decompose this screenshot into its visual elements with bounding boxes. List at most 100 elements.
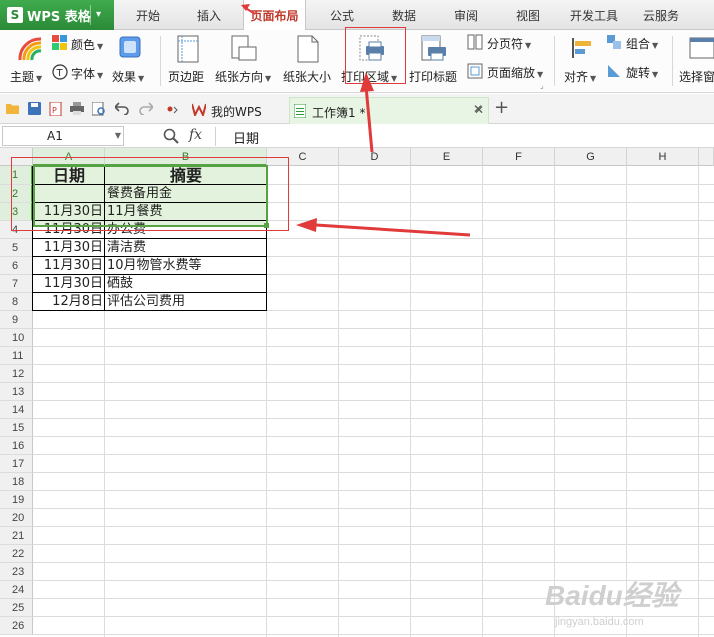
group-button[interactable]: 组合 ▼ [606, 34, 668, 54]
chevron-down-icon[interactable]: ▾ [96, 9, 101, 20]
cell-summary[interactable]: 清洁费 [105, 239, 267, 257]
fonts-button[interactable]: T 字体 ▼ [52, 64, 108, 84]
row-gridline [33, 364, 714, 365]
column-header-e[interactable]: E [411, 148, 483, 166]
row-header-20[interactable]: 20 [0, 509, 33, 527]
row-header-25[interactable]: 25 [0, 599, 33, 617]
color-palette-icon [52, 35, 67, 50]
column-header-overflow[interactable] [699, 148, 714, 166]
column-header-f[interactable]: F [483, 148, 555, 166]
formula-input[interactable]: 日期 [233, 128, 259, 147]
cell-summary[interactable]: 硒鼓 [105, 275, 267, 293]
wps-app-menu-button[interactable]: S WPS 表格 ▾ [0, 0, 114, 30]
cell-date[interactable]: 12月8日 [33, 293, 105, 311]
tab-developer[interactable]: 开发工具 [565, 0, 623, 30]
print-titles-icon [421, 35, 446, 61]
group-label: 组合 [626, 37, 651, 51]
chevron-down-icon: ▼ [652, 41, 659, 50]
tab-data[interactable]: 数据 [380, 0, 428, 30]
row-gridline [33, 382, 714, 383]
chevron-down-icon: ▼ [97, 71, 104, 80]
doc-tab-home[interactable]: 我的WPS [190, 97, 283, 124]
doc-tab-workbook[interactable]: 工作簿1 * ✕ [289, 97, 489, 124]
formula-divider [215, 127, 216, 146]
tab-view[interactable]: 视图 [504, 0, 552, 30]
row-header-8[interactable]: 8 [0, 293, 33, 311]
row-header-22[interactable]: 22 [0, 545, 33, 563]
tab-review[interactable]: 审阅 [442, 0, 490, 30]
tab-home[interactable]: 开始 [124, 0, 172, 30]
row-header-5[interactable]: 5 [0, 239, 33, 257]
colors-button[interactable]: 颜色 ▼ [52, 35, 108, 55]
cell-date[interactable]: 11月30日 [33, 275, 105, 293]
row-gridline [33, 526, 714, 527]
cell-summary[interactable]: 10月物管水费等 [105, 257, 267, 275]
svg-text:P: P [52, 106, 57, 115]
paper-size-label: 纸张大小 [283, 70, 332, 84]
page-break-button[interactable]: 分页符 ▼ [467, 34, 539, 54]
row-header-21[interactable]: 21 [0, 527, 33, 545]
name-box[interactable]: A1 ▼ [2, 126, 124, 146]
tab-formulas[interactable]: 公式 [318, 0, 366, 30]
row-gridline [33, 418, 714, 419]
row-header-7[interactable]: 7 [0, 275, 33, 293]
export-pdf-icon[interactable]: P [49, 102, 63, 116]
chevron-down-icon[interactable]: ▼ [115, 127, 121, 145]
undo-icon[interactable] [115, 102, 129, 115]
row-header-15[interactable]: 15 [0, 419, 33, 437]
name-box-value: A1 [47, 129, 63, 143]
new-tab-icon[interactable]: + [494, 97, 509, 118]
row-header-19[interactable]: 19 [0, 491, 33, 509]
cell-date[interactable]: 11月30日 [33, 239, 105, 257]
print-titles-button[interactable]: 打印标题 [407, 34, 461, 90]
print-titles-label: 打印标题 [409, 70, 458, 84]
watermark-brand: Baidu经验 [545, 580, 679, 611]
dialog-launcher-icon[interactable]: ⌟ [540, 81, 548, 90]
row-gridline [33, 490, 714, 491]
close-icon[interactable]: ✕ [473, 102, 483, 116]
redo-icon[interactable] [139, 102, 153, 115]
spreadsheet-file-icon [294, 104, 306, 118]
selection-pane-button[interactable]: 选择窗 [677, 34, 714, 90]
save-icon[interactable] [28, 102, 41, 115]
row-header-12[interactable]: 12 [0, 365, 33, 383]
orientation-button[interactable]: 纸张方向 ▼ [213, 34, 277, 90]
column-gridline [338, 166, 339, 637]
cell-date[interactable]: 11月30日 [33, 257, 105, 275]
effects-button[interactable]: 效果 ▼ [112, 34, 154, 90]
customize-toolbar-icon[interactable] [167, 103, 179, 115]
row-header-23[interactable]: 23 [0, 563, 33, 581]
row-header-24[interactable]: 24 [0, 581, 33, 599]
column-header-h[interactable]: H [627, 148, 699, 166]
row-header-26[interactable]: 26 [0, 617, 33, 635]
row-header-18[interactable]: 18 [0, 473, 33, 491]
paper-size-button[interactable]: 纸张大小 [281, 34, 335, 90]
row-header-9[interactable]: 9 [0, 311, 33, 329]
row-header-6[interactable]: 6 [0, 257, 33, 275]
tab-cloud[interactable]: 云服务 [636, 0, 686, 30]
row-header-11[interactable]: 11 [0, 347, 33, 365]
tab-page-layout[interactable]: 页面布局 [243, 0, 306, 31]
align-button[interactable]: 对齐 ▼ [562, 34, 604, 90]
theme-button[interactable]: 主题 ▼ [9, 34, 53, 90]
cell-summary[interactable]: 评估公司费用 [105, 293, 267, 311]
table-border-line [33, 274, 267, 275]
open-folder-icon[interactable] [6, 102, 20, 115]
page-scale-label: 页面缩放 [487, 66, 536, 80]
column-header-d[interactable]: D [339, 148, 411, 166]
margins-label: 页边距 [168, 70, 205, 84]
row-header-10[interactable]: 10 [0, 329, 33, 347]
row-header-14[interactable]: 14 [0, 401, 33, 419]
row-header-17[interactable]: 17 [0, 455, 33, 473]
page-scale-button[interactable]: 页面缩放 ▼ [467, 63, 549, 83]
print-icon[interactable] [70, 102, 84, 115]
rotate-button[interactable]: 旋转 ▼ [606, 63, 668, 83]
row-header-16[interactable]: 16 [0, 437, 33, 455]
margins-button[interactable]: 页边距 [166, 34, 210, 90]
column-header-g[interactable]: G [555, 148, 627, 166]
zoom-icon[interactable] [163, 128, 179, 144]
tab-insert[interactable]: 插入 [185, 0, 233, 30]
row-header-13[interactable]: 13 [0, 383, 33, 401]
function-icon[interactable]: fx [189, 127, 202, 143]
print-preview-icon[interactable] [92, 102, 106, 116]
